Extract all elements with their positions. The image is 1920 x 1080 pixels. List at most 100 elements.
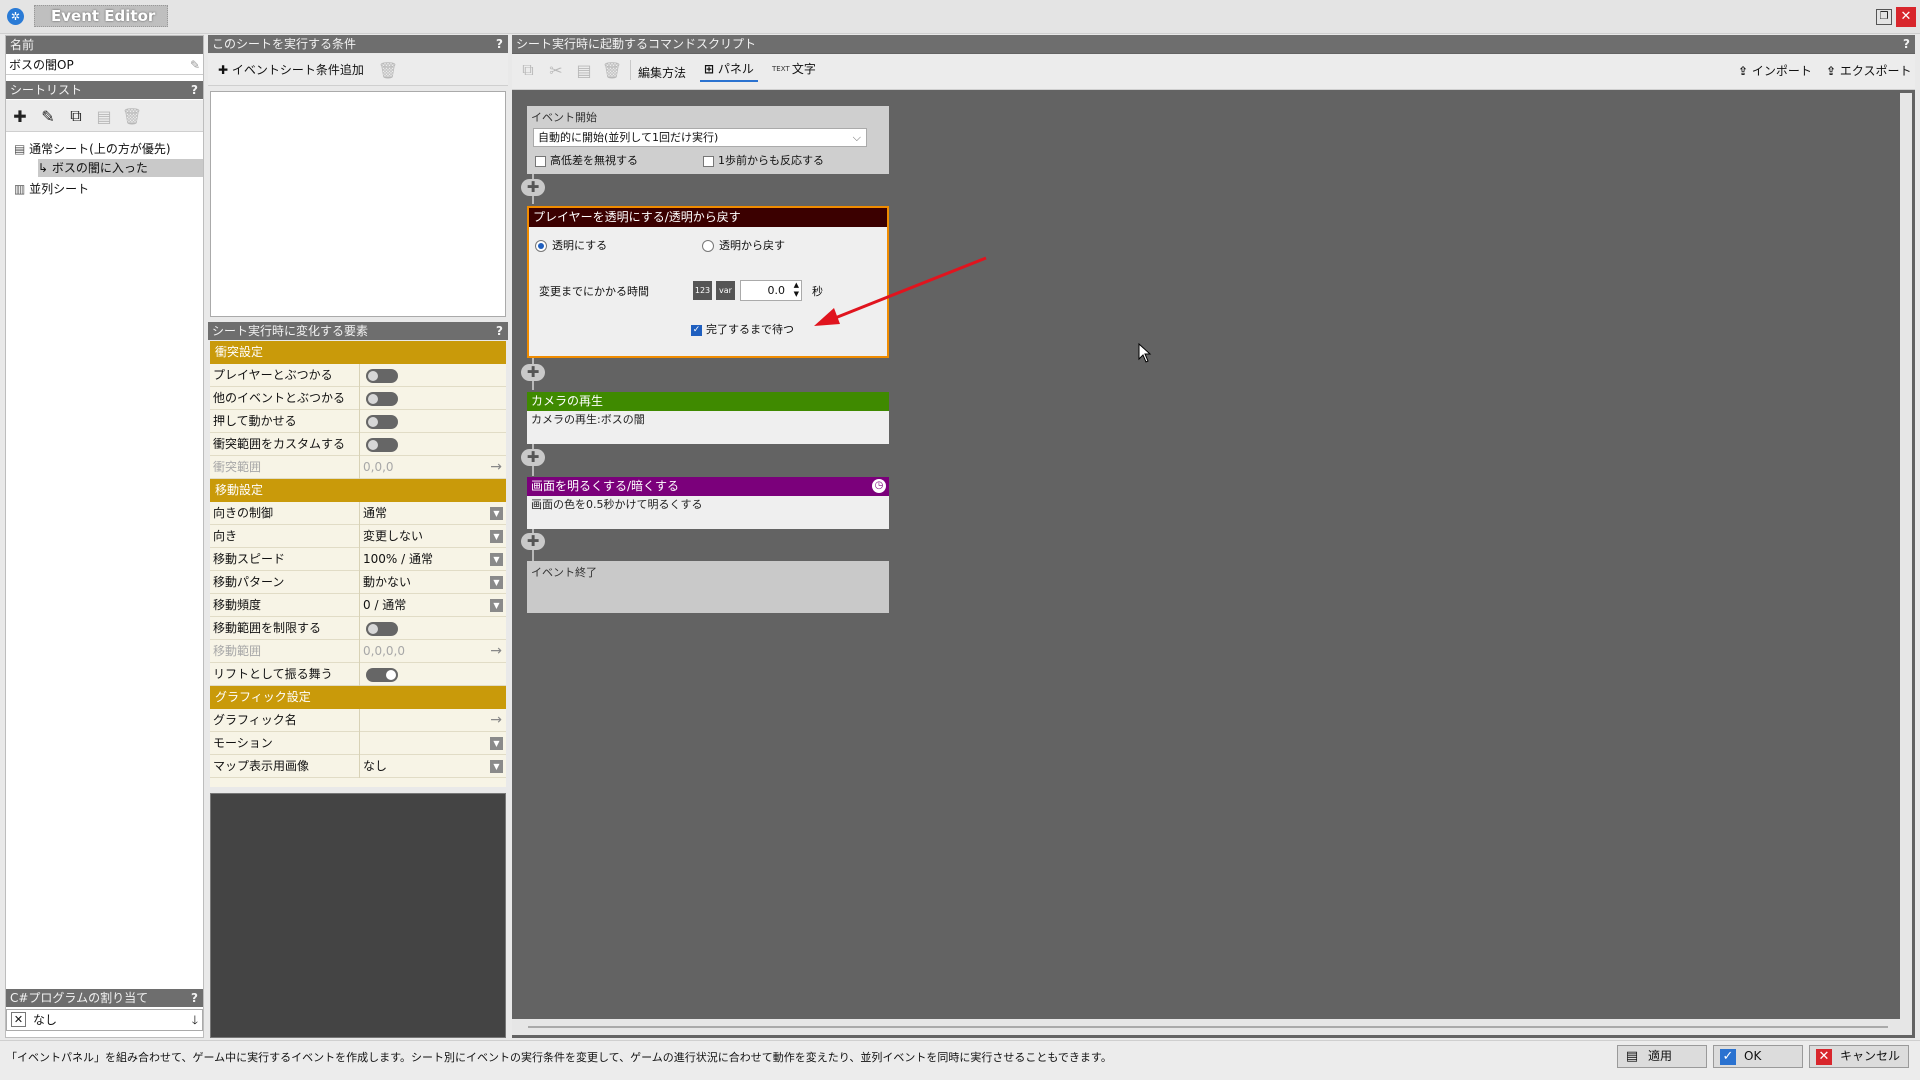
add-panel-button[interactable]: ✚: [521, 179, 545, 196]
event-start-panel[interactable]: イベント開始 自動的に開始(並列して1回だけ実行) ⌵ 高低差を無視する 1歩前か…: [527, 106, 889, 174]
react-front-checkbox[interactable]: 1歩前からも反応する: [703, 152, 824, 168]
radio-transparent[interactable]: 透明にする: [535, 237, 607, 253]
help-icon[interactable]: ?: [1903, 35, 1910, 53]
copy-icon[interactable]: ⧉: [516, 58, 540, 82]
arrow-right-icon[interactable]: →: [490, 709, 502, 732]
time-value: 0.0: [767, 284, 786, 297]
help-icon[interactable]: ?: [191, 81, 198, 99]
variable-icon[interactable]: var: [716, 281, 735, 300]
add-icon[interactable]: ✚: [8, 104, 32, 128]
prop-value-text: 0 / 通常: [363, 598, 407, 612]
number-icon[interactable]: 123: [693, 281, 712, 300]
arrow-right-icon[interactable]: →: [490, 456, 502, 479]
add-panel-button[interactable]: ✚: [521, 533, 545, 550]
edit-icon[interactable]: ✎: [36, 104, 60, 128]
dropdown-icon[interactable]: ▼: [490, 530, 503, 543]
script-column: シート実行時に起動するコマンドスクリプト? ⧉ ✂ ▤ 🗑 編集方法 ⊞ パネル…: [512, 35, 1915, 1038]
add-panel-button[interactable]: ✚: [521, 364, 545, 381]
dropdown-icon[interactable]: ▼: [490, 760, 503, 773]
arrow-right-icon[interactable]: →: [490, 640, 502, 663]
prop-row: 移動範囲 0,0,0,0 →: [210, 640, 506, 663]
prop-label: 移動範囲を制限する: [213, 621, 322, 635]
trigger-select[interactable]: 自動的に開始(並列して1回だけ実行) ⌵: [533, 128, 867, 147]
radio-restore[interactable]: 透明から戻す: [702, 237, 785, 253]
prop-row: 移動パターン 動かない ▼: [210, 571, 506, 594]
horizontal-scrollbar[interactable]: [512, 1019, 1900, 1035]
help-icon[interactable]: ?: [191, 989, 198, 1007]
panel-mode-button[interactable]: ⊞ パネル: [700, 58, 758, 82]
restore-button[interactable]: ❐: [1876, 9, 1892, 25]
dropdown-icon[interactable]: ▼: [490, 737, 503, 750]
script-header: シート実行時に起動するコマンドスクリプト?: [512, 35, 1915, 53]
cancel-button[interactable]: ✕ キャンセル: [1809, 1045, 1909, 1068]
ignore-height-checkbox[interactable]: 高低差を無視する: [535, 152, 638, 168]
apply-label: 適用: [1648, 1049, 1673, 1063]
toggle-switch[interactable]: [366, 369, 398, 383]
dropdown-icon[interactable]: ▼: [490, 507, 503, 520]
tree-child-sheet[interactable]: ↳ ボスの闇に入った: [38, 159, 203, 177]
prop-value: 0,0,0,0 →: [359, 640, 506, 663]
prop-value: [359, 364, 506, 387]
help-icon[interactable]: ?: [496, 35, 503, 53]
fade-panel[interactable]: 画面を明るくする/暗くする ◷ 画面の色を0.5秒かけて明るくする: [527, 477, 889, 529]
toggle-switch[interactable]: [366, 415, 398, 429]
prop-row: 向き 変更しない ▼: [210, 525, 506, 548]
tree-normal-sheet[interactable]: ▤ 通常シート(上の方が優先): [14, 140, 171, 158]
conditions-list[interactable]: [210, 91, 506, 317]
prop-value[interactable]: 動かない ▼: [359, 571, 506, 594]
toggle-switch[interactable]: [366, 622, 398, 636]
fade-panel-title-text: 画面を明るくする/暗くする: [531, 479, 680, 493]
arrow-down-icon[interactable]: 🡓: [192, 1010, 198, 1030]
name-value: ボスの闇OP: [9, 58, 74, 72]
import-label: インポート: [1751, 64, 1812, 78]
preview-area: [210, 793, 506, 1038]
tree-parallel-sheet[interactable]: ▥ 並列シート: [14, 180, 89, 198]
props-grid: 衝突設定 プレイヤーとぶつかる 他のイベントとぶつかる 押して動かせる 衝突範囲…: [210, 341, 506, 787]
time-input[interactable]: 0.0 ▲ ▼: [740, 280, 802, 301]
wait-checkbox[interactable]: ✓ 完了するまで待つ: [691, 321, 794, 337]
dropdown-icon[interactable]: ▼: [490, 599, 503, 612]
fade-panel-title: 画面を明るくする/暗くする ◷: [527, 477, 889, 496]
prop-value[interactable]: →: [359, 709, 506, 732]
help-icon[interactable]: ?: [496, 322, 503, 340]
cut-icon[interactable]: ✂: [544, 58, 568, 82]
dropdown-icon[interactable]: ▼: [490, 553, 503, 566]
trash-icon[interactable]: 🗑: [120, 104, 144, 128]
prop-value[interactable]: 通常 ▼: [359, 502, 506, 525]
name-input[interactable]: ボスの闇OP ✎: [6, 55, 203, 75]
toggle-switch[interactable]: [366, 392, 398, 406]
close-button[interactable]: ✕: [1896, 7, 1916, 27]
apply-button[interactable]: ▤ 適用: [1617, 1045, 1707, 1068]
conditions-toolbar: ✚ イベントシート条件追加 🗑: [208, 54, 508, 86]
paste-icon[interactable]: ▤: [572, 58, 596, 82]
add-condition-button[interactable]: ✚ イベントシート条件追加: [212, 58, 370, 82]
ok-button[interactable]: ✓ OK: [1713, 1045, 1803, 1068]
text-icon: TEXT: [772, 65, 790, 73]
event-end-panel[interactable]: イベント終了: [527, 561, 889, 613]
prop-value[interactable]: 0 / 通常 ▼: [359, 594, 506, 617]
clear-icon[interactable]: ✕: [11, 1012, 26, 1027]
pencil-icon[interactable]: ✎: [190, 55, 200, 75]
sheet-list-header: シートリスト?: [6, 81, 203, 99]
prop-value[interactable]: ▼: [359, 732, 506, 755]
camera-panel[interactable]: カメラの再生 カメラの再生:ボスの闇: [527, 392, 889, 444]
toggle-switch[interactable]: [366, 438, 398, 452]
dropdown-icon[interactable]: ▼: [490, 576, 503, 589]
prop-label: マップ表示用画像: [213, 759, 310, 773]
add-panel-button[interactable]: ✚: [521, 449, 545, 466]
toggle-switch[interactable]: [366, 668, 398, 682]
trash-icon[interactable]: 🗑: [376, 58, 400, 82]
prop-value[interactable]: 変更しない ▼: [359, 525, 506, 548]
text-mode-button[interactable]: TEXT 文字: [768, 58, 820, 82]
import-button[interactable]: ⇪ インポート: [1734, 60, 1816, 82]
paste-icon[interactable]: ▤: [92, 104, 116, 128]
spin-icon[interactable]: ▲ ▼: [794, 281, 799, 299]
annotation-arrow: [814, 256, 987, 326]
trash-icon[interactable]: 🗑: [600, 58, 624, 82]
export-button[interactable]: ⇪ エクスポート: [1822, 60, 1916, 82]
prop-value[interactable]: 100% / 通常 ▼: [359, 548, 506, 571]
prop-value[interactable]: なし ▼: [359, 755, 506, 778]
vertical-scrollbar[interactable]: [1900, 93, 1912, 1035]
csharp-select[interactable]: ✕ なし 🡓: [6, 1009, 203, 1031]
copy-icon[interactable]: ⧉: [64, 104, 88, 128]
